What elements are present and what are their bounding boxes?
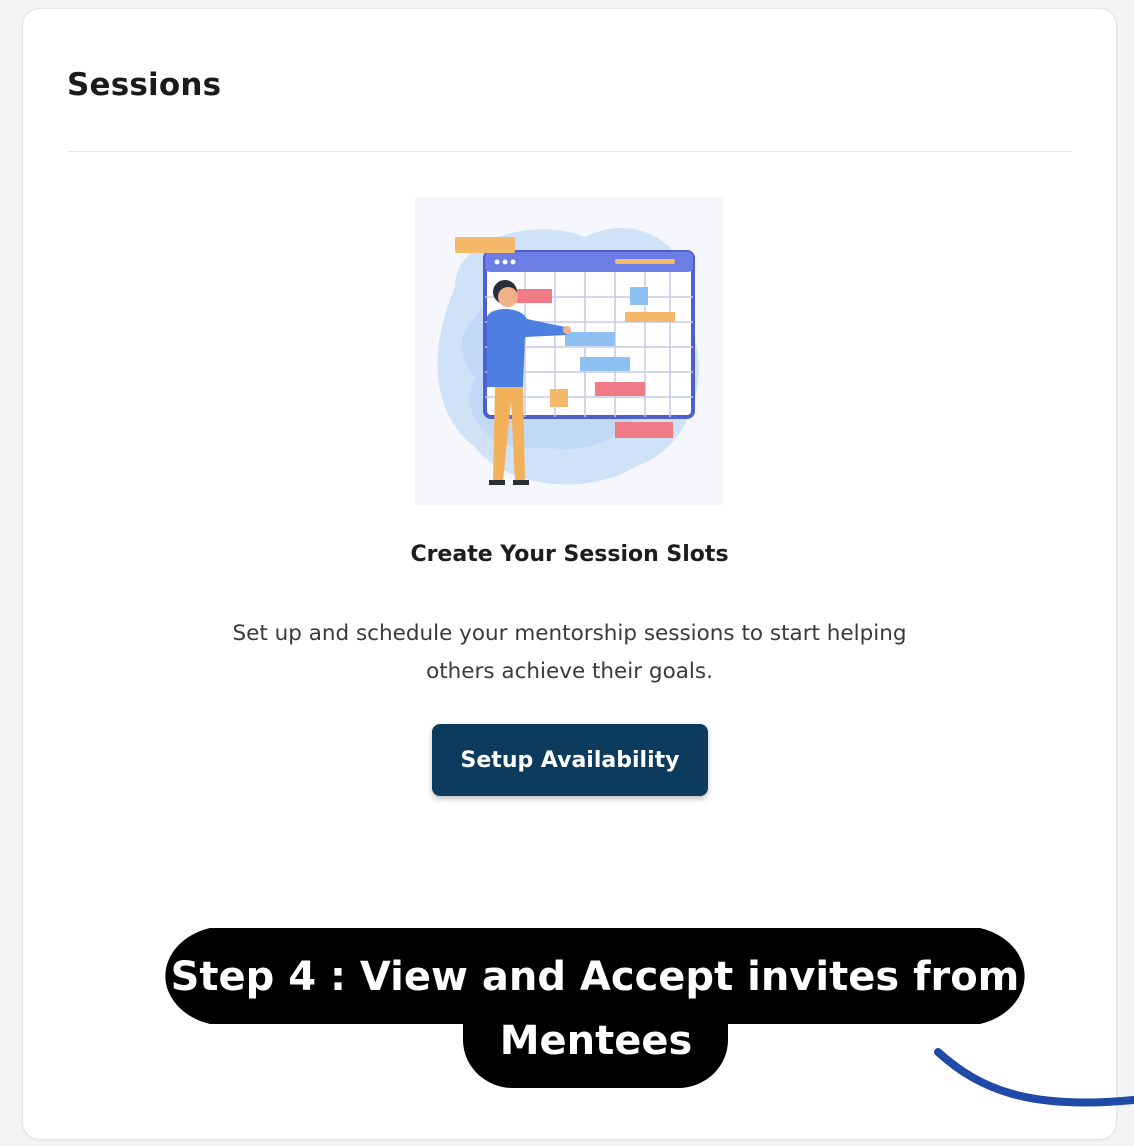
annotation-caption-line2: Mentees [499, 1018, 693, 1064]
empty-state-heading: Create Your Session Slots [410, 542, 729, 567]
card-title: Sessions [67, 67, 222, 103]
empty-state-description: Set up and schedule your mentorship sess… [232, 621, 907, 684]
setup-availability-button[interactable]: Setup Availability [432, 724, 708, 796]
header-divider [67, 151, 1072, 152]
annotation-caption-line1: Step 4 : View and Accept invites from [170, 954, 1020, 1000]
calendar-planning-illustration [415, 197, 723, 505]
